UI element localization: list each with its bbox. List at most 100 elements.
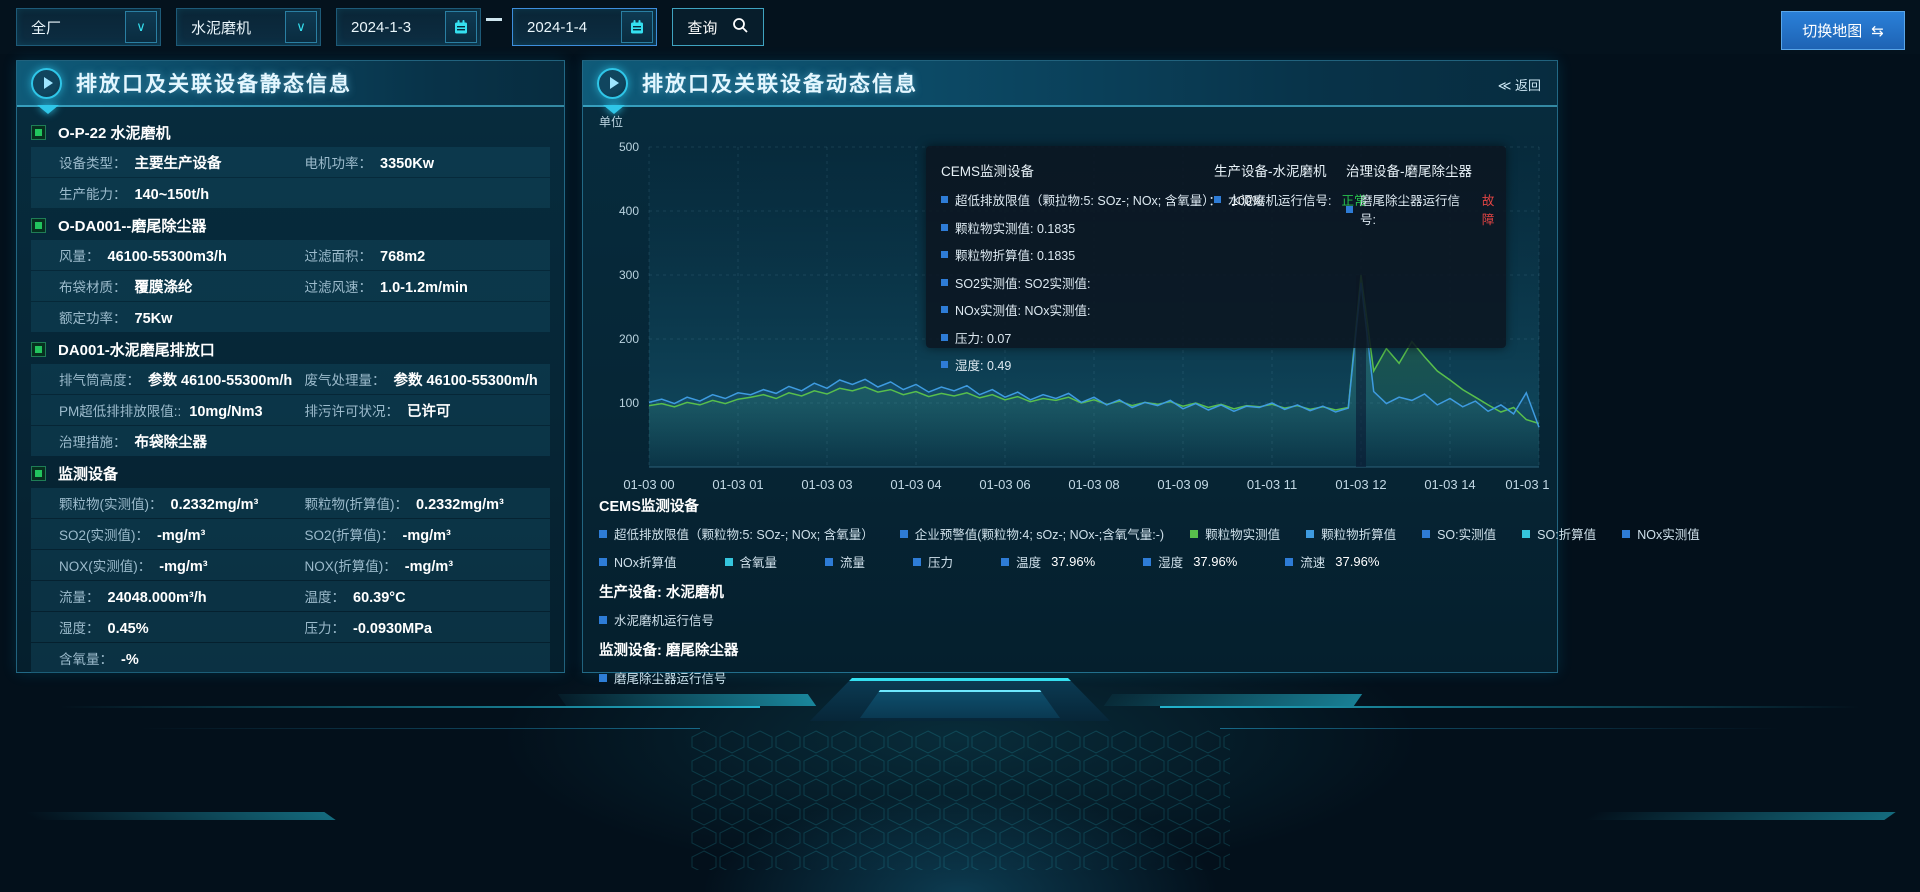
section-heading: O-DA001--磨尾除尘器 (31, 210, 550, 240)
legend-item-label: 超低排放限值（颗粒物:5: SOz-; NOx; 含氧量） (614, 524, 874, 543)
field-value: 10mg/Nm3 (189, 404, 262, 420)
legend-item-value: 37.96% (1051, 554, 1095, 569)
query-button-label: 查询 (687, 17, 717, 38)
data-row: SO2(实测值)：-mg/m³SO2(折算值)：-mg/m³ (31, 519, 550, 549)
field-value: 覆膜涤纶 (135, 276, 193, 297)
data-cell: 风量：46100-55300m3/h (59, 245, 305, 265)
date-start-value: 2024-1-3 (337, 19, 445, 36)
field-value: 24048.000m³/h (108, 590, 207, 606)
legend-item[interactable]: NOx折算值 (599, 552, 677, 571)
legend-item[interactable]: 磨尾除尘器运行信号 (599, 668, 727, 687)
legend-item[interactable]: SO:实测值 (1422, 524, 1496, 543)
switch-map-button[interactable]: 切换地图 ⇆ (1781, 11, 1905, 50)
legend-marker-icon (1001, 558, 1009, 566)
date-end-value: 2024-1-4 (513, 19, 621, 36)
swap-icon: ⇆ (1871, 22, 1884, 40)
field-value: -% (121, 652, 139, 668)
chevron-down-icon[interactable]: ∨ (125, 11, 157, 43)
legend-item[interactable]: SO:折算值 (1522, 524, 1596, 543)
tooltip-item-value: 故障 (1482, 190, 1506, 228)
legend-item[interactable]: 湿度37.96% (1143, 552, 1237, 571)
tooltip-item: 颗粒物折算值: 0.1835 (941, 245, 1263, 264)
field-label: PM超低排排放限值:: (59, 400, 181, 420)
tooltip-item: 湿度: 0.49 (941, 355, 1263, 374)
legend-heading: CEMS监测设备 (599, 495, 1547, 516)
data-row: 布袋材质：覆膜涤纶过滤风速：1.0-1.2m/min (31, 271, 550, 301)
field-label: 风量： (59, 245, 100, 265)
legend-item[interactable]: 颗粒物折算值 (1306, 524, 1396, 543)
field-label: 压力： (305, 617, 346, 637)
legend-item-label: NOx折算值 (614, 552, 677, 571)
field-label: 颗粒物(实测值)： (59, 493, 163, 513)
field-label: 废气处理量： (305, 369, 386, 389)
date-start-input[interactable]: 2024-1-3 (336, 8, 481, 46)
calendar-icon[interactable] (445, 11, 477, 43)
data-row: PM超低排排放限值::10mg/Nm3排污许可状况：已许可 (31, 395, 550, 425)
section-heading-label: 监测设备 (58, 463, 118, 484)
axis-tick-label: 100 (619, 396, 639, 410)
field-label: SO2(实测值)： (59, 524, 149, 544)
date-end-input[interactable]: 2024-1-4 (512, 8, 657, 46)
field-label: 流量： (59, 586, 100, 606)
tooltip-item-label: NOx实测值: NOx实测值: (955, 300, 1090, 319)
device-select-value: 水泥磨机 (177, 17, 285, 38)
section-heading: DA001-水泥磨尾排放口 (31, 334, 550, 364)
chevron-down-icon[interactable]: ∨ (285, 11, 317, 43)
chart-tooltip: CEMS监测设备超低排放限值（颗拉物:5: SOz-; NOx; 含氧量）：10… (926, 146, 1506, 348)
data-cell: 颗粒物(实测值)：0.2332mg/m³ (59, 493, 305, 513)
static-info-list: O-P-22 水泥磨机设备类型：主要生产设备电机功率：3350Kw生产能力：14… (17, 107, 564, 673)
data-cell: 温度：60.39°C (305, 586, 551, 606)
legend-item[interactable]: 颗粒物实测值 (1190, 524, 1280, 543)
legend-marker-icon (1522, 530, 1530, 538)
legend-item[interactable]: NOx实测值 (1622, 524, 1700, 543)
calendar-icon[interactable] (621, 11, 653, 43)
field-value: 布袋除尘器 (135, 431, 208, 452)
legend-item-label: 颗粒物实测值 (1205, 524, 1280, 543)
legend-heading: 监测设备: 磨尾除尘器 (599, 639, 1547, 660)
data-cell: 排气筒高度：参数 46100-55300m/h (59, 369, 305, 390)
legend-marker-icon (599, 616, 607, 624)
tooltip-item-label: 水泥磨机运行信号: (1228, 190, 1331, 209)
tooltip-item-label: 颗粒物实测值: 0.1835 (955, 218, 1075, 237)
legend-item[interactable]: 流速37.96% (1285, 552, 1379, 571)
bullet-square-icon (941, 279, 948, 286)
field-value: 1.0-1.2m/min (380, 280, 468, 296)
field-label: 额定功率： (59, 307, 127, 327)
legend-row: 超低排放限值（颗粒物:5: SOz-; NOx; 含氧量） 企业预警值(颗粒物:4… (599, 524, 1547, 543)
legend-item-value: 37.96% (1193, 554, 1237, 569)
legend-item[interactable]: 企业预警值(颗粒物:4; sOz-; NOx-;含氧气量:-) (900, 524, 1164, 543)
date-range-separator (486, 18, 502, 21)
section-heading-label: DA001-水泥磨尾排放口 (58, 339, 215, 360)
data-row: 排气筒高度：参数 46100-55300m/h废气处理量：参数 46100-55… (31, 364, 550, 394)
tooltip-item: NOx实测值: NOx实测值: (941, 300, 1263, 319)
plant-select[interactable]: 全厂 ∨ (16, 8, 161, 46)
back-link[interactable]: ≪ 返回 (1498, 75, 1541, 94)
field-value: 140~150t/h (135, 187, 210, 203)
query-button[interactable]: 查询 (672, 8, 764, 46)
legend-item-label: SO:实测值 (1437, 524, 1496, 543)
legend-marker-icon (913, 558, 921, 566)
chart-legend: CEMS监测设备超低排放限值（颗粒物:5: SOz-; NOx; 含氧量） 企业预… (599, 485, 1547, 696)
field-value: -0.0930MPa (353, 621, 432, 637)
bullet-square-icon (941, 306, 948, 313)
legend-item[interactable]: 水泥磨机运行信号 (599, 610, 714, 629)
legend-item-label: 压力 (928, 552, 953, 571)
legend-item[interactable]: 含氧量 (725, 552, 778, 571)
legend-item[interactable]: 压力 (913, 552, 953, 571)
legend-item-label: NOx实测值 (1637, 524, 1700, 543)
green-square-dot (35, 129, 42, 136)
field-value: -mg/m³ (403, 528, 451, 544)
field-label: 排气筒高度： (59, 369, 140, 389)
field-label: 设备类型： (59, 152, 127, 172)
data-cell: 压力： -0.0930MPa (305, 617, 551, 637)
data-row: 颗粒物(实测值)：0.2332mg/m³颗粒物(折算值)：0.2332mg/m³ (31, 488, 550, 518)
device-select[interactable]: 水泥磨机 ∨ (176, 8, 321, 46)
legend-row: 水泥磨机运行信号 (599, 610, 1547, 629)
tooltip-heading: 生产设备-水泥磨机 (1214, 160, 1367, 180)
panel-header: 排放口及关联设备动态信息 (583, 61, 1557, 107)
legend-item[interactable]: 温度37.96% (1001, 552, 1095, 571)
legend-item[interactable]: 流量 (825, 552, 865, 571)
legend-marker-icon (1143, 558, 1151, 566)
legend-item[interactable]: 超低排放限值（颗粒物:5: SOz-; NOx; 含氧量） (599, 524, 874, 543)
field-value: 75Kw (135, 311, 173, 327)
